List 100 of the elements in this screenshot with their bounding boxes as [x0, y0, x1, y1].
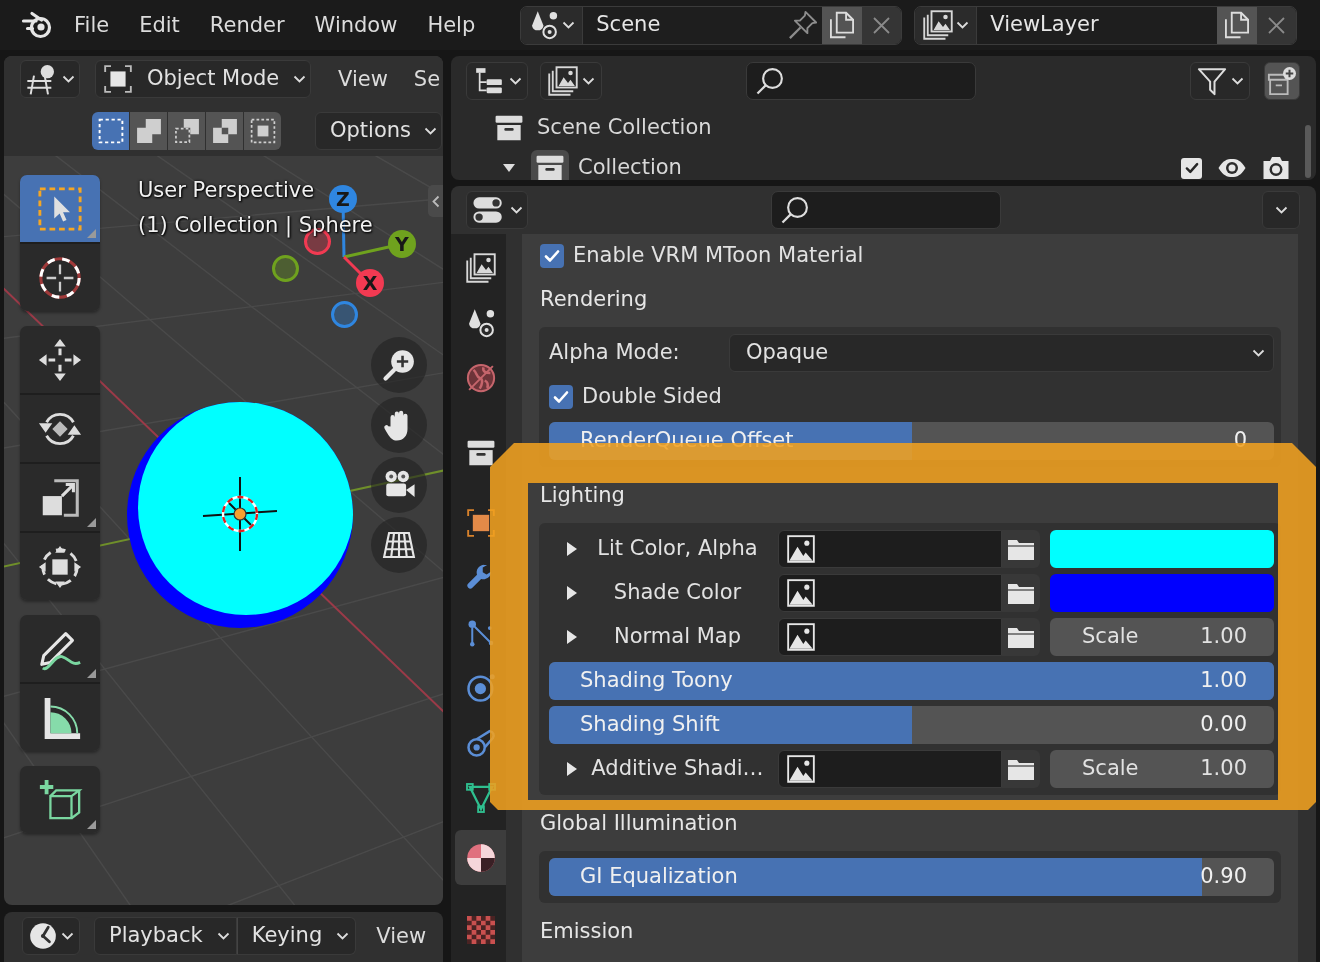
folder-button[interactable]: [1002, 530, 1040, 568]
copy-button[interactable]: [1217, 6, 1258, 44]
scrollbar[interactable]: [1305, 125, 1311, 178]
slider-track[interactable]: Shading Shift 0.00: [549, 706, 1274, 744]
sphere-object[interactable]: [126, 401, 354, 629]
scene-type-button[interactable]: [521, 6, 584, 44]
tool-button[interactable]: [20, 766, 100, 833]
close-button[interactable]: [1257, 6, 1297, 44]
close-icon: [1268, 16, 1286, 34]
number-field[interactable]: Scale 1.00: [1050, 750, 1274, 788]
search-field[interactable]: [746, 62, 976, 100]
close-icon: [873, 16, 891, 34]
zoom-in-icon: [382, 348, 416, 382]
section-heading: Rendering: [540, 287, 648, 313]
scene-name-field[interactable]: Scene: [583, 6, 785, 44]
folder-icon: [1007, 625, 1035, 649]
search-icon: [780, 195, 810, 225]
triangle-down-icon[interactable]: [502, 163, 516, 173]
color-swatch[interactable]: [1050, 574, 1274, 612]
navigation-button[interactable]: [371, 517, 427, 573]
camera-icon[interactable]: [1262, 156, 1290, 180]
archive-box-icon: [495, 115, 523, 141]
editor-type-button[interactable]: [466, 191, 528, 229]
options-button[interactable]: [1262, 191, 1300, 229]
texture-field[interactable]: [778, 618, 1002, 656]
mode-dropdown[interactable]: Object Mode: [95, 60, 311, 98]
checkbox[interactable]: [549, 385, 573, 409]
section-heading: Global Illumination: [540, 811, 738, 837]
select-mode-button[interactable]: [168, 112, 205, 150]
axis-handle[interactable]: X: [356, 269, 384, 297]
slider-track[interactable]: Shading Toony 1.00: [549, 662, 1274, 700]
editor-type-button[interactable]: [20, 60, 80, 98]
tool-button[interactable]: [20, 393, 100, 462]
properties-tab[interactable]: [455, 830, 506, 885]
folder-button[interactable]: [1002, 574, 1040, 612]
slider-value: 1.00: [1200, 668, 1247, 694]
view-layer-button[interactable]: [540, 62, 602, 100]
select-mode-button[interactable]: [244, 112, 281, 150]
select-mode-button[interactable]: [206, 112, 243, 150]
dropdown[interactable]: Opaque: [729, 334, 1274, 372]
color-swatch[interactable]: [1050, 530, 1274, 568]
texture-field[interactable]: [778, 750, 1002, 788]
navigation-button[interactable]: [371, 397, 427, 453]
tool-button[interactable]: [20, 531, 100, 600]
image-stack-icon: [922, 10, 953, 40]
axis-handle[interactable]: Y: [388, 230, 416, 258]
tool-button[interactable]: [20, 615, 100, 682]
display-mode-button[interactable]: [466, 62, 528, 100]
editor-type-button[interactable]: [22, 917, 80, 955]
texture-field[interactable]: [778, 530, 1002, 568]
folder-button[interactable]: [1002, 618, 1040, 656]
menu-item[interactable]: Help: [412, 10, 491, 40]
triangle-right-icon[interactable]: [566, 761, 578, 777]
search-field[interactable]: [771, 191, 1001, 229]
slider-label: GI Equalization: [580, 864, 738, 890]
globe-icon: [465, 362, 496, 393]
triangle-right-icon[interactable]: [566, 585, 578, 601]
tool-button[interactable]: [20, 242, 100, 311]
options-dropdown[interactable]: Options: [315, 112, 442, 150]
checkbox[interactable]: [1181, 157, 1202, 179]
select-mode-button[interactable]: [130, 112, 167, 150]
new-collection-button[interactable]: [1264, 62, 1300, 100]
sidebar-toggle[interactable]: [428, 185, 443, 217]
menu-dropdown[interactable]: Playback: [94, 917, 237, 955]
triangle-right-icon[interactable]: [566, 541, 578, 557]
menu-item[interactable]: View: [325, 60, 401, 98]
triangle-right-icon[interactable]: [566, 629, 578, 645]
copy-button[interactable]: [822, 6, 863, 44]
tree-item-label[interactable]: Scene Collection: [537, 115, 712, 141]
field-value: 1.00: [1200, 624, 1247, 650]
folder-button[interactable]: [1002, 750, 1040, 788]
menu-item[interactable]: View: [361, 917, 442, 955]
chevron-down-icon: [955, 21, 969, 29]
close-button[interactable]: [862, 6, 902, 44]
view-layer-type-button[interactable]: [915, 6, 978, 44]
tool-button[interactable]: [20, 682, 100, 751]
menu-item[interactable]: Render: [194, 10, 300, 40]
filter-button[interactable]: [1190, 62, 1250, 100]
menu-item[interactable]: Window: [299, 10, 413, 40]
view-layer-name-field[interactable]: ViewLayer: [977, 6, 1218, 44]
select-mode-button[interactable]: [92, 112, 129, 150]
menu-item[interactable]: Se: [400, 60, 443, 98]
negative-axis-handle[interactable]: [331, 301, 358, 328]
eye-icon[interactable]: [1217, 157, 1247, 179]
menu-item[interactable]: File: [59, 10, 125, 40]
tool-button[interactable]: [20, 462, 100, 531]
menu-dropdown[interactable]: Keying: [236, 917, 357, 955]
navigation-button[interactable]: [371, 337, 427, 393]
number-field[interactable]: Scale 1.00: [1050, 618, 1274, 656]
navigation-button[interactable]: [371, 457, 427, 513]
texture-field[interactable]: [778, 574, 1002, 612]
checkbox[interactable]: [540, 244, 564, 268]
logo-icon[interactable]: [21, 10, 53, 40]
tool-button[interactable]: [20, 326, 100, 393]
negative-axis-handle[interactable]: [272, 255, 299, 282]
field-label: Lit Color, Alpha: [597, 536, 758, 562]
menu-item[interactable]: Edit: [124, 10, 195, 40]
chevron-down-icon: [561, 21, 575, 29]
axis-handle[interactable]: Z: [329, 185, 357, 213]
tree-item-label[interactable]: Collection: [578, 155, 682, 180]
